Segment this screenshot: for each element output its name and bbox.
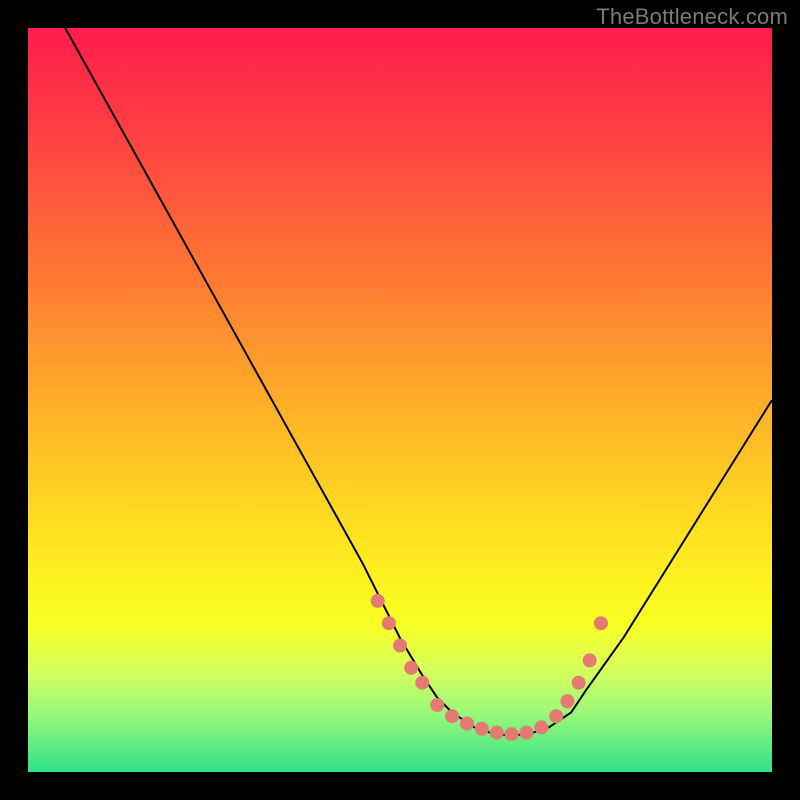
curve-path — [65, 28, 772, 735]
watermark-text: TheBottleneck.com — [596, 4, 788, 30]
marker-dot — [490, 726, 504, 740]
plot-area — [28, 28, 772, 772]
marker-dot — [583, 653, 597, 667]
marker-dot — [404, 661, 418, 675]
marker-dot — [445, 709, 459, 723]
marker-dot — [505, 727, 519, 741]
chart-overlay — [28, 28, 772, 772]
marker-dot — [560, 694, 574, 708]
marker-dot — [594, 616, 608, 630]
marker-dot — [393, 639, 407, 653]
marker-dot — [460, 717, 474, 731]
marker-dot — [520, 726, 534, 740]
marker-dot — [549, 709, 563, 723]
chart-stage: TheBottleneck.com — [0, 0, 800, 800]
marker-dot — [415, 676, 429, 690]
marker-dot — [475, 722, 489, 736]
curve-line — [65, 28, 772, 735]
marker-dot — [534, 720, 548, 734]
marker-dots — [371, 594, 608, 741]
marker-dot — [371, 594, 385, 608]
marker-dot — [382, 616, 396, 630]
marker-dot — [572, 676, 586, 690]
marker-dot — [430, 698, 444, 712]
